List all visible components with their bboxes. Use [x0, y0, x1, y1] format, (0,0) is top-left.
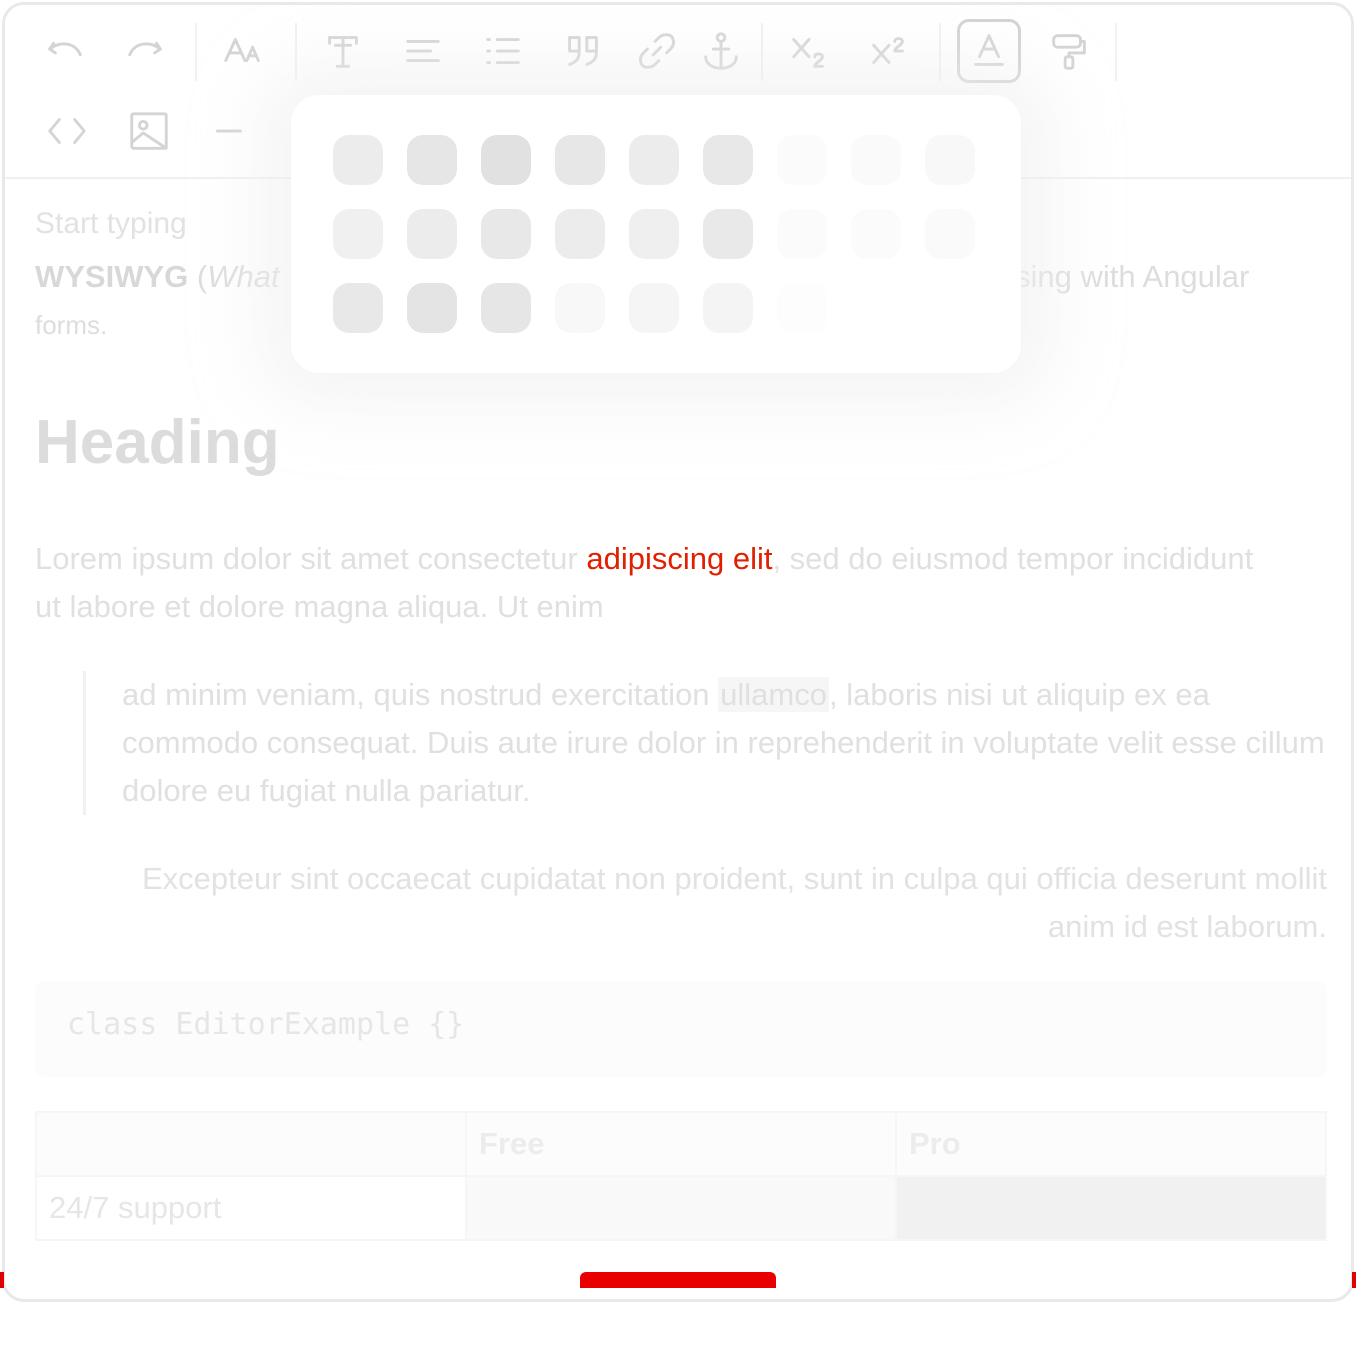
undo-icon[interactable] — [33, 19, 97, 83]
color-swatch[interactable] — [703, 135, 753, 185]
color-swatch[interactable] — [777, 135, 827, 185]
intro-italic: What — [207, 259, 280, 294]
intro-bold: WYSIWYG — [35, 259, 189, 294]
color-swatch[interactable] — [555, 209, 605, 259]
table-header-cell — [35, 1111, 467, 1177]
align-icon[interactable] — [391, 19, 455, 83]
color-swatch[interactable] — [333, 209, 383, 259]
table-cell — [465, 1175, 897, 1241]
text-style-icon[interactable] — [311, 19, 375, 83]
color-palette-popup — [291, 95, 1021, 373]
color-swatch[interactable] — [481, 135, 531, 185]
inline-code: ullamco — [718, 677, 829, 712]
redo-icon[interactable] — [113, 19, 177, 83]
image-icon[interactable] — [117, 99, 181, 163]
color-swatch[interactable] — [777, 283, 827, 333]
highlighted-text: adipiscing elit — [586, 541, 773, 576]
color-swatch[interactable] — [851, 135, 901, 185]
placeholder-text: Start typing — [35, 207, 187, 240]
color-swatch[interactable] — [925, 135, 975, 185]
superscript-icon[interactable] — [857, 19, 921, 83]
status-edge-right — [1352, 1272, 1356, 1288]
status-badge — [580, 1272, 776, 1288]
list-icon[interactable] — [471, 19, 535, 83]
color-swatch[interactable] — [333, 283, 383, 333]
color-swatch[interactable] — [407, 283, 457, 333]
color-swatch[interactable] — [851, 209, 901, 259]
color-swatch[interactable] — [481, 209, 531, 259]
intro-open: ( — [188, 259, 208, 294]
quote-start: ad minim veniam, quis nostrud exercitati… — [122, 677, 719, 712]
format-painter-icon[interactable] — [1037, 19, 1101, 83]
color-swatch[interactable] — [777, 209, 827, 259]
color-swatch[interactable] — [629, 283, 679, 333]
table-header-cell: Pro — [895, 1111, 1327, 1177]
subscript-icon[interactable] — [777, 19, 841, 83]
table-row: 24/7 support — [35, 1175, 1327, 1241]
status-edge-left — [0, 1272, 4, 1288]
color-swatch[interactable] — [703, 283, 753, 333]
para-start: Lorem ipsum dolor sit amet consectetur — [35, 541, 587, 576]
code-block: class EditorExample {} — [35, 981, 1327, 1077]
color-swatch[interactable] — [629, 209, 679, 259]
table-header-cell: Free — [465, 1111, 897, 1177]
color-swatch[interactable] — [407, 209, 457, 259]
rich-text-editor: Start typing WYSIWYG (What sing with Ang… — [2, 2, 1354, 1302]
right-aligned-paragraph: Excepteur sint occaecat cupidatat non pr… — [141, 861, 1327, 944]
code-icon[interactable] — [35, 99, 99, 163]
content-heading: Heading — [35, 408, 280, 477]
status-bar — [0, 1272, 1356, 1288]
lorem-paragraph: Lorem ipsum dolor sit amet consectetur a… — [35, 535, 1275, 631]
table-cell: 24/7 support — [35, 1175, 467, 1241]
horizontal-rule-icon[interactable] — [197, 99, 261, 163]
color-swatch[interactable] — [555, 135, 605, 185]
intro-forms: forms. — [35, 310, 108, 340]
comparison-table: Free Pro 24/7 support — [35, 1111, 1327, 1241]
link-icon[interactable] — [625, 19, 689, 83]
table-header-row: Free Pro — [35, 1111, 1327, 1177]
quote-icon[interactable] — [551, 19, 615, 83]
intro-tail: sing with Angular — [1015, 259, 1250, 294]
color-swatch[interactable] — [333, 135, 383, 185]
color-swatch[interactable] — [407, 135, 457, 185]
anchor-icon[interactable] — [689, 19, 753, 83]
blockquote: ad minim veniam, quis nostrud exercitati… — [83, 671, 1333, 815]
table-cell — [895, 1175, 1327, 1241]
color-swatch[interactable] — [703, 209, 753, 259]
color-swatch[interactable] — [629, 135, 679, 185]
font-size-icon[interactable] — [211, 19, 275, 83]
text-color-icon[interactable] — [957, 19, 1021, 83]
color-swatch[interactable] — [925, 209, 975, 259]
color-swatch[interactable] — [481, 283, 531, 333]
color-swatch[interactable] — [555, 283, 605, 333]
